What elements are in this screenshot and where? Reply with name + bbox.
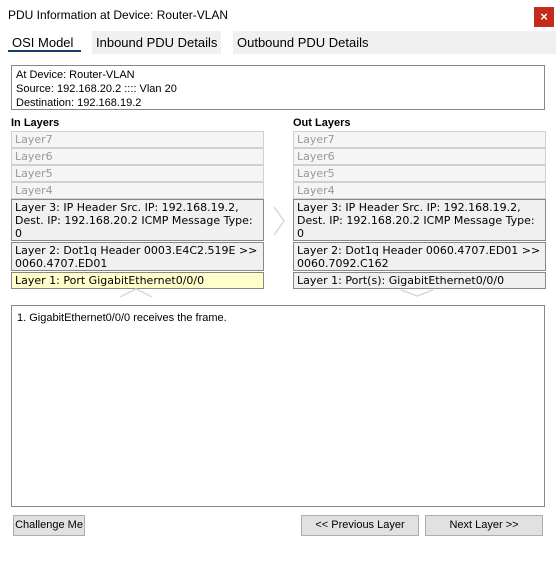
tab-outbound-pdu-details[interactable]: Outbound PDU Details [233,31,373,54]
out-layer-2[interactable]: Layer 2: Dot1q Header 0060.4707.ED01 >> … [293,242,546,271]
title-bar: PDU Information at Device: Router-VLAN × [0,0,556,31]
out-layer-7[interactable]: Layer7 [293,131,546,148]
next-layer-button[interactable]: Next Layer >> [425,515,543,536]
in-layer-6[interactable]: Layer6 [11,148,264,165]
detail-line: 1. GigabitEthernet0/0/0 receives the fra… [17,312,227,324]
tab-bar-fill [371,31,556,54]
out-layer-5[interactable]: Layer5 [293,165,546,182]
window-title: PDU Information at Device: Router-VLAN [8,8,229,22]
tab-inbound-pdu-details[interactable]: Inbound PDU Details [92,31,222,54]
in-layer-4[interactable]: Layer4 [11,182,264,199]
device-line: At Device: Router-VLAN [16,69,135,81]
in-layer-7[interactable]: Layer7 [11,131,264,148]
device-info-box: At Device: Router-VLAN Source: 192.168.2… [11,65,545,110]
layer-details-box: 1. GigabitEthernet0/0/0 receives the fra… [11,305,545,507]
out-layer-4[interactable]: Layer4 [293,182,546,199]
in-layer-2[interactable]: Layer 2: Dot1q Header 0003.E4C2.519E >> … [11,242,264,271]
destination-line: Destination: 192.168.19.2 [16,97,142,109]
out-layer-3[interactable]: Layer 3: IP Header Src. IP: 192.168.19.2… [293,199,546,241]
right-chevron-icon [273,206,285,236]
up-chevron-icon [119,288,153,298]
tab-bar: OSI Model Inbound PDU Details Outbound P… [0,31,556,54]
source-line: Source: 192.168.20.2 :::: Vlan 20 [16,83,177,95]
in-layers-heading: In Layers [11,117,60,129]
down-chevron-icon [400,289,434,297]
out-layer-6[interactable]: Layer6 [293,148,546,165]
out-layers-heading: Out Layers [293,117,351,129]
in-layer-5[interactable]: Layer5 [11,165,264,182]
in-layer-3[interactable]: Layer 3: IP Header Src. IP: 192.168.19.2… [11,199,264,241]
out-layer-1[interactable]: Layer 1: Port(s): GigabitEthernet0/0/0 [293,272,546,289]
challenge-me-button[interactable]: Challenge Me [13,515,85,536]
close-button[interactable]: × [534,7,554,27]
active-tab-indicator [8,50,81,52]
previous-layer-button[interactable]: << Previous Layer [301,515,419,536]
